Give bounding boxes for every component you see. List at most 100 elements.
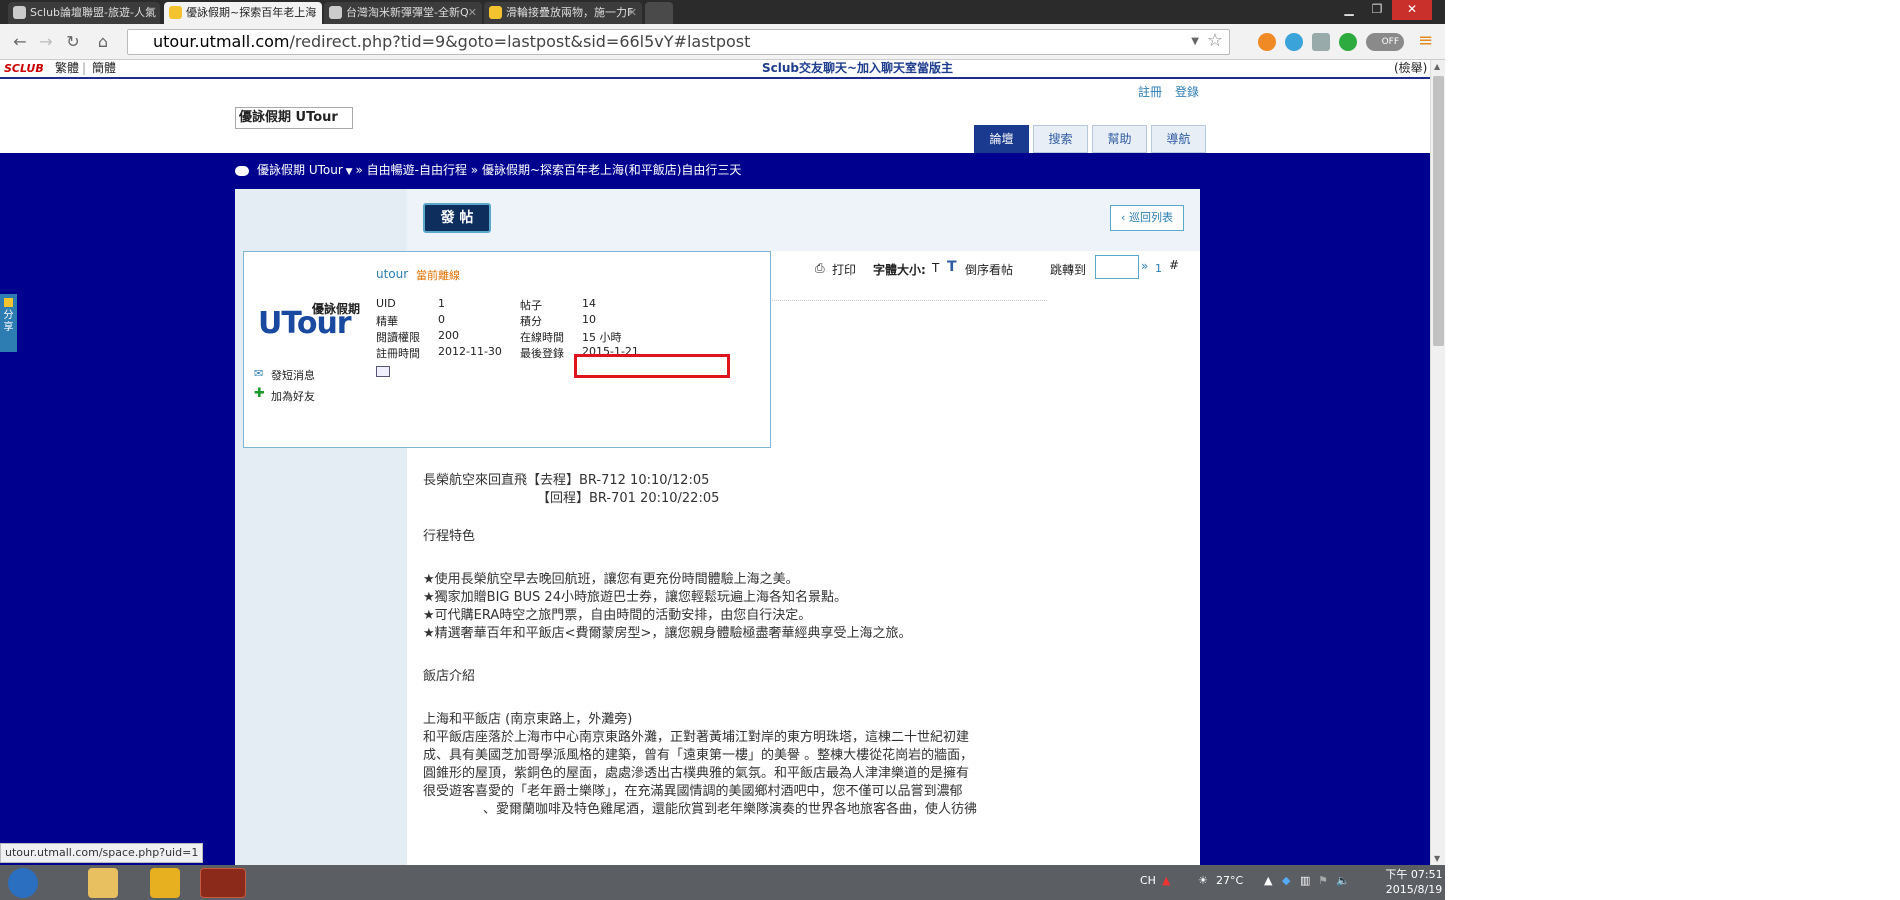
share-sidebar-button[interactable]: 分享: [0, 294, 17, 352]
font-size-toggle[interactable]: T: [932, 261, 939, 275]
font-size-label: 字體大小:: [873, 263, 926, 277]
media-player-icon[interactable]: [150, 868, 180, 898]
close-tab-icon[interactable]: ✕: [628, 2, 637, 24]
network-icon[interactable]: ▥: [1300, 874, 1310, 887]
off-toggle[interactable]: OFF: [1366, 33, 1404, 51]
page-scrollbar[interactable]: ▲ ▼: [1430, 60, 1445, 865]
new-post-button[interactable]: 發 帖: [423, 203, 491, 233]
posts-label: 帖子: [520, 299, 542, 312]
traditional-link[interactable]: 繁體: [55, 60, 79, 77]
extension-c-icon[interactable]: [1258, 33, 1276, 51]
back-to-list-button[interactable]: ‹ 巡回列表: [1110, 205, 1184, 231]
nav-tab-search[interactable]: 搜索: [1033, 125, 1088, 153]
new-tab-button[interactable]: [645, 2, 673, 24]
shield-icon[interactable]: ◆: [1282, 874, 1290, 887]
sclub-logo: SCLUB: [4, 62, 44, 75]
online-status: 當前離線: [416, 269, 460, 282]
plus-icon: ✚: [254, 386, 265, 401]
scroll-up-arrow-icon[interactable]: ▲: [1434, 62, 1440, 71]
nav-tab-help[interactable]: 幫助: [1092, 125, 1147, 153]
tab-utour[interactable]: 優詠假期~探索百年老上海 ✕: [164, 2, 322, 24]
tray-expand-icon[interactable]: ▲: [1264, 874, 1272, 887]
reload-icon[interactable]: ↻: [63, 32, 83, 52]
download-icon[interactable]: [1312, 33, 1330, 51]
tab-physics[interactable]: 滑輪接疊放兩物，施一力F ✕: [484, 2, 642, 24]
browser-taskbar-icon[interactable]: [200, 868, 246, 898]
minimize-icon[interactable]: ▁: [1336, 0, 1362, 20]
screen: Sclub論壇聯盟-旅遊-人氣 ✕ 優詠假期~探索百年老上海 ✕ 台灣淘米新彈彈…: [0, 0, 1900, 900]
breadcrumb-separator: »: [355, 163, 363, 177]
reverse-order-link[interactable]: 倒序看帖: [965, 261, 1013, 278]
system-clock[interactable]: 下午 07:51 2015/8/19: [1384, 867, 1444, 897]
flag-icon[interactable]: ⚑: [1318, 874, 1328, 887]
forward-arrow-icon[interactable]: →: [36, 32, 56, 52]
breadcrumb-thread[interactable]: 優詠假期~探索百年老上海(和平飯店)自由行三天: [482, 163, 741, 177]
ime-icon[interactable]: ▲: [1162, 874, 1170, 887]
tab-strip: Sclub論壇聯盟-旅遊-人氣 ✕ 優詠假期~探索百年老上海 ✕ 台灣淘米新彈彈…: [0, 0, 1445, 24]
thread-action-bar: 發 帖 ‹ 巡回列表: [407, 189, 1200, 251]
home-icon[interactable]: ⌂: [93, 32, 113, 52]
close-window-icon[interactable]: ✕: [1392, 0, 1432, 20]
browser-toolbar: ← → ↻ ⌂ utour.utmall.com/redirect.php?ti…: [0, 24, 1445, 60]
tab-sclub[interactable]: Sclub論壇聯盟-旅遊-人氣 ✕: [8, 2, 160, 24]
menu-icon[interactable]: ≡: [1418, 30, 1433, 51]
sun-icon: ☀: [1198, 874, 1208, 887]
site-logo-image[interactable]: 優詠假期 UTour: [235, 107, 353, 129]
simplified-link[interactable]: 簡體: [92, 60, 116, 77]
profile-card-icon[interactable]: [376, 366, 390, 377]
login-link[interactable]: 登錄: [1175, 83, 1199, 100]
jump-to-page-input[interactable]: [1095, 255, 1139, 279]
separator: |: [82, 61, 87, 75]
report-link[interactable]: (檢舉): [1394, 60, 1427, 77]
back-arrow-icon[interactable]: ←: [10, 32, 30, 52]
start-button-icon[interactable]: [8, 868, 38, 898]
print-icon[interactable]: ⎙: [815, 261, 825, 276]
input-language[interactable]: CH: [1140, 874, 1156, 887]
post-anchor-link[interactable]: #: [1169, 258, 1179, 272]
page-number-link[interactable]: 1: [1155, 262, 1162, 275]
bookmark-star-icon[interactable]: ☆: [1207, 29, 1223, 53]
address-bar[interactable]: utour.utmall.com/redirect.php?tid=9&goto…: [127, 29, 1230, 55]
breadcrumb-forum[interactable]: 自由暢遊-自由行程: [367, 163, 467, 177]
post-line: 【回程】BR-701 20:10/22:05: [537, 491, 720, 506]
file-explorer-icon[interactable]: [88, 868, 118, 898]
register-link[interactable]: 註冊: [1138, 83, 1162, 100]
scroll-thumb[interactable]: [1433, 76, 1444, 346]
tab-title: 滑輪接疊放兩物，施一力F: [506, 6, 634, 19]
desktop-background: [1445, 0, 1900, 900]
jump-go-link[interactable]: »: [1141, 259, 1148, 273]
close-tab-icon[interactable]: ✕: [146, 2, 155, 24]
last-login-label: 最後登錄: [520, 347, 564, 360]
headphones-icon[interactable]: [1285, 33, 1303, 51]
posts-value: 14: [582, 297, 596, 310]
sclub-favicon-icon: [13, 6, 26, 19]
tab-title: 優詠假期~探索百年老上海: [186, 6, 317, 19]
power-icon[interactable]: [1339, 33, 1357, 51]
print-link[interactable]: 打印: [832, 261, 856, 278]
scroll-down-arrow-icon[interactable]: ▼: [1434, 854, 1440, 863]
weather-temperature[interactable]: 27°C: [1216, 874, 1243, 887]
online-time-value: 15 小時: [582, 331, 622, 344]
profile-username[interactable]: utour: [376, 267, 408, 281]
share-label: 分享: [3, 310, 14, 333]
add-friend-link[interactable]: 加為好友: [271, 388, 315, 404]
speech-bubble-icon: [235, 165, 249, 176]
nav-tab-forum[interactable]: 論壇: [974, 125, 1029, 153]
utour-favicon-icon: [169, 6, 182, 19]
nav-tab-navigation[interactable]: 導航: [1151, 125, 1206, 153]
volume-icon[interactable]: 🔈: [1336, 874, 1350, 887]
close-tab-icon[interactable]: ✕: [308, 2, 317, 24]
digest-label: 精華: [376, 315, 398, 328]
tab-title: 台灣淘米新彈彈堂-全新Q: [346, 6, 469, 19]
close-tab-icon[interactable]: ✕: [468, 2, 477, 24]
dropdown-arrow-icon[interactable]: ▼: [1191, 30, 1199, 54]
read-permission-label: 閱讀權限: [376, 331, 420, 344]
chevron-down-icon[interactable]: ▼: [343, 167, 356, 177]
sclub-promo-link[interactable]: Sclub交友聊天~加入聊天室當版主: [762, 60, 953, 77]
breadcrumb-home[interactable]: 優詠假期 UTour: [257, 163, 343, 177]
maximize-icon[interactable]: ❐: [1364, 0, 1390, 20]
tab-tanmi[interactable]: 台灣淘米新彈彈堂-全新Q ✕: [324, 2, 482, 24]
physics-favicon-icon: [489, 6, 502, 19]
send-message-link[interactable]: 發短消息: [271, 367, 315, 383]
status-url: utour.utmall.com/space.php?uid=1: [0, 843, 204, 863]
